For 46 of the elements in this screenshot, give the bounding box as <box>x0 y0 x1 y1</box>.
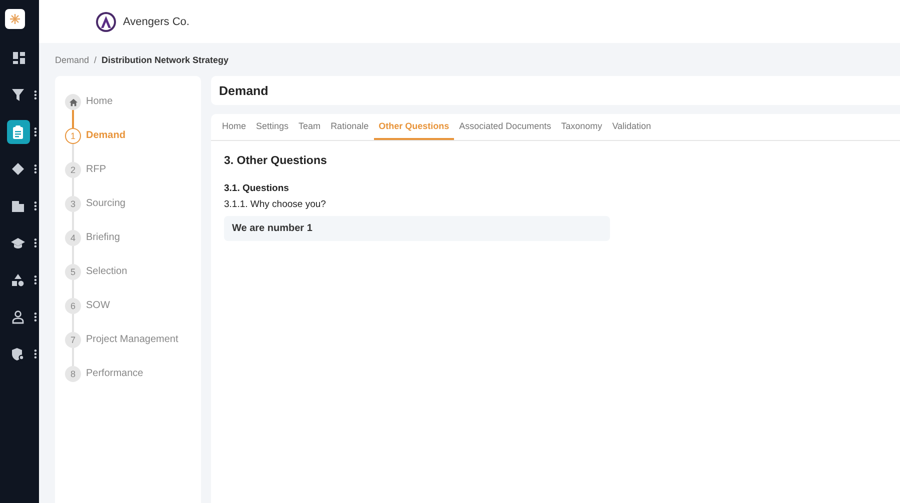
tab[interactable]: Home <box>217 114 252 140</box>
step-link[interactable]: Performance <box>86 366 144 382</box>
tab[interactable]: Team <box>294 114 326 140</box>
more-icon[interactable] <box>34 275 36 285</box>
step-link[interactable]: Demand <box>86 128 126 144</box>
step-number: 7 <box>65 332 81 348</box>
more-icon[interactable] <box>34 90 36 100</box>
breadcrumb-separator: / <box>94 54 97 64</box>
step-number: 8 <box>65 366 81 382</box>
step-link[interactable]: RFP <box>86 162 106 178</box>
clipboard-icon[interactable] <box>6 120 30 144</box>
company-logo <box>95 10 117 32</box>
question-label: 3.1.1. Why choose you? <box>224 199 327 210</box>
step-number: 5 <box>65 264 81 280</box>
home-icon[interactable] <box>65 94 81 110</box>
tab[interactable]: Taxonomy <box>556 114 608 140</box>
step-number: 1 <box>65 128 81 144</box>
step-link[interactable]: Briefing <box>86 230 120 246</box>
more-icon[interactable] <box>34 164 36 174</box>
more-icon[interactable] <box>34 349 36 359</box>
step-link[interactable]: Home <box>86 94 113 110</box>
step-number: 4 <box>65 230 81 246</box>
breadcrumb-current: Distribution Network Strategy <box>102 54 229 64</box>
tab[interactable]: Other Questions <box>374 114 454 140</box>
step-link[interactable]: Sourcing <box>86 196 126 212</box>
tab[interactable]: Validation <box>607 114 656 140</box>
app-logo <box>4 9 24 29</box>
step-number: 2 <box>65 162 81 178</box>
subsection-title: 3.1. Questions <box>224 183 290 194</box>
company-name: Avengers Co. <box>123 16 190 28</box>
page-title: Demand <box>219 84 268 98</box>
step-link[interactable]: Project Management <box>86 332 178 348</box>
tab[interactable]: Rationale <box>326 114 374 140</box>
step-number: 6 <box>65 298 81 314</box>
more-icon[interactable] <box>34 312 36 322</box>
tab[interactable]: Settings <box>251 114 294 140</box>
more-icon[interactable] <box>34 238 36 248</box>
answer-field[interactable]: We are number 1 <box>224 216 610 241</box>
more-icon[interactable] <box>34 127 36 137</box>
step-link[interactable]: Selection <box>86 264 128 280</box>
step-number: 3 <box>65 196 81 212</box>
step-link[interactable]: SOW <box>86 298 110 314</box>
more-icon[interactable] <box>34 201 36 211</box>
section-title: 3. Other Questions <box>224 155 328 167</box>
tab[interactable]: Associated Documents <box>454 114 556 140</box>
breadcrumb-link[interactable]: Demand <box>55 54 90 64</box>
